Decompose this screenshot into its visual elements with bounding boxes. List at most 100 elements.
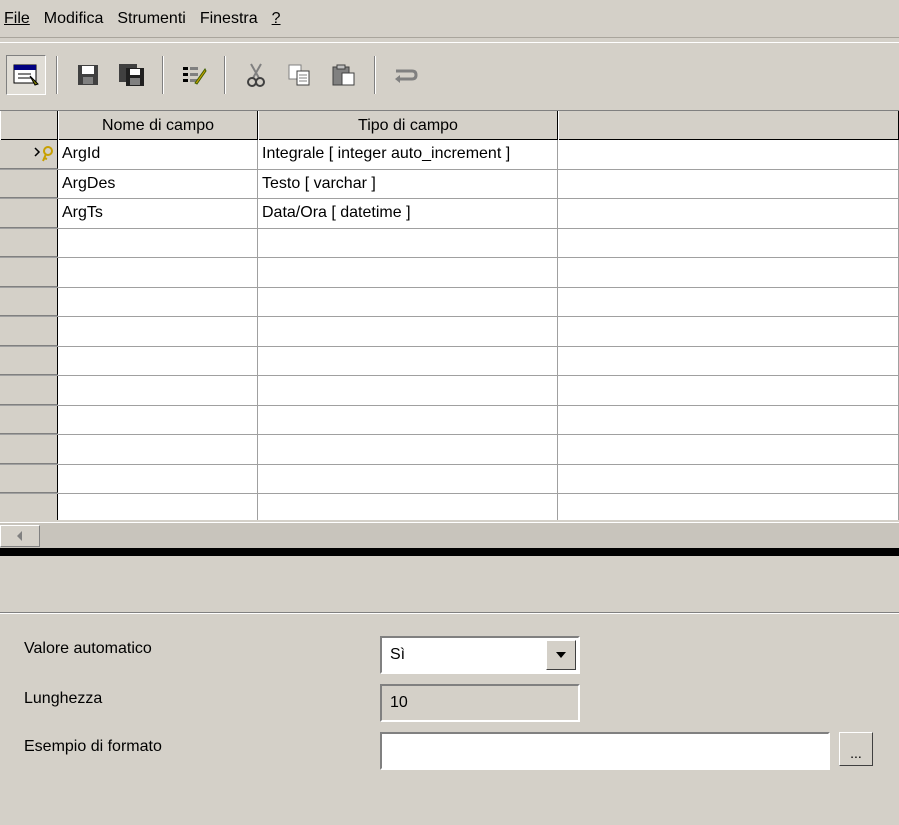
table-row[interactable] — [0, 376, 899, 406]
cell-tipo-di-campo[interactable]: Testo [ varchar ] — [258, 169, 558, 198]
cell-nome-di-campo[interactable] — [58, 435, 258, 464]
cell-descrizione[interactable] — [558, 228, 899, 257]
cell-nome-di-campo[interactable]: ArgDes — [58, 169, 258, 198]
scroll-left-button[interactable] — [0, 525, 40, 547]
cut-icon[interactable] — [236, 55, 276, 95]
cell-descrizione[interactable] — [558, 435, 899, 464]
menu-modifica[interactable]: Modifica — [40, 10, 114, 28]
cell-descrizione[interactable] — [558, 405, 899, 434]
table-row[interactable]: ArgId Integrale [ integer auto_increment … — [0, 140, 899, 170]
lunghezza-field[interactable]: 10 — [380, 684, 580, 722]
cell-nome-di-campo[interactable] — [58, 228, 258, 257]
cell-nome-di-campo[interactable] — [58, 494, 258, 520]
grid-header-selector — [0, 111, 58, 140]
undo-icon[interactable] — [386, 55, 426, 95]
row-selector[interactable] — [0, 228, 58, 257]
cell-tipo-di-campo[interactable] — [258, 464, 558, 493]
cell-tipo-di-campo[interactable] — [258, 346, 558, 375]
cell-descrizione[interactable] — [558, 199, 899, 228]
row-selector[interactable] — [0, 287, 58, 316]
save-icon[interactable] — [68, 55, 108, 95]
cell-descrizione[interactable] — [558, 464, 899, 493]
cell-tipo-di-campo[interactable] — [258, 435, 558, 464]
cell-descrizione[interactable] — [558, 346, 899, 375]
cell-descrizione[interactable] — [558, 140, 899, 169]
cell-tipo-di-campo[interactable] — [258, 287, 558, 316]
browse-button[interactable]: ... — [839, 732, 873, 766]
cell-nome-di-campo[interactable]: ArgId — [58, 140, 258, 169]
cell-descrizione[interactable] — [558, 494, 899, 520]
table-row[interactable] — [0, 346, 899, 376]
cell-tipo-di-campo[interactable] — [258, 405, 558, 434]
menu-modifica-label: Modifica — [43, 9, 104, 27]
table-row[interactable] — [0, 405, 899, 435]
row-selector[interactable] — [0, 317, 58, 346]
cell-tipo-di-campo[interactable] — [258, 228, 558, 257]
pane-splitter[interactable] — [0, 548, 899, 556]
header-nome-di-campo[interactable]: Nome di campo — [58, 111, 258, 140]
row-selector[interactable] — [0, 258, 58, 287]
menu-finestra[interactable]: Finestra — [196, 10, 268, 28]
horizontal-scrollbar[interactable] — [0, 522, 899, 548]
row-selector[interactable] — [0, 140, 58, 169]
menu-help-label: ? — [271, 9, 281, 27]
row-selector[interactable] — [0, 464, 58, 493]
cell-descrizione[interactable] — [558, 258, 899, 287]
menu-help[interactable]: ? — [268, 10, 291, 28]
dropdown-button[interactable] — [546, 640, 576, 670]
toolbar-separator — [162, 55, 164, 94]
copy-icon[interactable] — [280, 55, 320, 95]
table-row[interactable] — [0, 258, 899, 288]
table-row[interactable]: ArgDes Testo [ varchar ] — [0, 169, 899, 199]
row-selector[interactable] — [0, 199, 58, 228]
field-grid: Nome di campo Tipo di campo ArgId Integra… — [0, 110, 899, 520]
lunghezza-label: Lunghezza — [24, 690, 103, 707]
menu-file[interactable]: File — [0, 10, 40, 28]
cell-descrizione[interactable] — [558, 169, 899, 198]
cell-nome-di-campo[interactable] — [58, 258, 258, 287]
cell-nome-di-campo[interactable] — [58, 346, 258, 375]
cell-nome-di-campo[interactable] — [58, 464, 258, 493]
cell-descrizione[interactable] — [558, 376, 899, 405]
cell-tipo-di-campo[interactable] — [258, 258, 558, 287]
cell-tipo-di-campo[interactable] — [258, 376, 558, 405]
table-row[interactable] — [0, 494, 899, 520]
cell-tipo-di-campo[interactable] — [258, 317, 558, 346]
row-selector[interactable] — [0, 435, 58, 464]
header-descrizione[interactable] — [558, 111, 899, 140]
field-properties-icon[interactable] — [174, 55, 214, 95]
table-row[interactable] — [0, 317, 899, 347]
cell-nome-di-campo[interactable] — [58, 405, 258, 434]
table-row[interactable] — [0, 435, 899, 465]
cell-tipo-di-campo[interactable]: Data/Ora [ datetime ] — [258, 199, 558, 228]
row-selector[interactable] — [0, 376, 58, 405]
esempio-di-formato-field[interactable] — [380, 732, 830, 770]
table-row[interactable] — [0, 287, 899, 317]
cell-tipo-di-campo[interactable] — [258, 494, 558, 520]
cell-nome-di-campo[interactable]: ArgTs — [58, 199, 258, 228]
properties-divider — [0, 612, 899, 614]
row-selector[interactable] — [0, 169, 58, 198]
table-row[interactable]: ArgTs Data/Ora [ datetime ] — [0, 199, 899, 229]
cell-nome-di-campo[interactable] — [58, 287, 258, 316]
row-selector[interactable] — [0, 405, 58, 434]
cell-nome-di-campo[interactable] — [58, 317, 258, 346]
row-selector[interactable] — [0, 346, 58, 375]
cell-tipo-di-campo[interactable]: Integrale [ integer auto_increment ] — [258, 140, 558, 169]
cell-descrizione[interactable] — [558, 317, 899, 346]
toolbar-separator — [374, 55, 376, 94]
menu-strumenti[interactable]: Strumenti — [113, 10, 195, 28]
grid-body: ArgId Integrale [ integer auto_increment … — [0, 140, 899, 520]
row-selector[interactable] — [0, 494, 58, 520]
paste-icon[interactable] — [324, 55, 364, 95]
save-all-icon[interactable] — [112, 55, 152, 95]
table-row[interactable] — [0, 228, 899, 258]
cell-nome-di-campo[interactable] — [58, 376, 258, 405]
header-tipo-di-campo[interactable]: Tipo di campo — [258, 111, 558, 140]
valore-automatico-select[interactable]: Sì — [380, 636, 580, 674]
valore-automatico-label: Valore automatico — [24, 640, 152, 657]
table-row[interactable] — [0, 464, 899, 494]
cell-descrizione[interactable] — [558, 287, 899, 316]
menu-strumenti-label: Strumenti — [117, 9, 186, 27]
design-view-icon[interactable] — [6, 54, 46, 95]
